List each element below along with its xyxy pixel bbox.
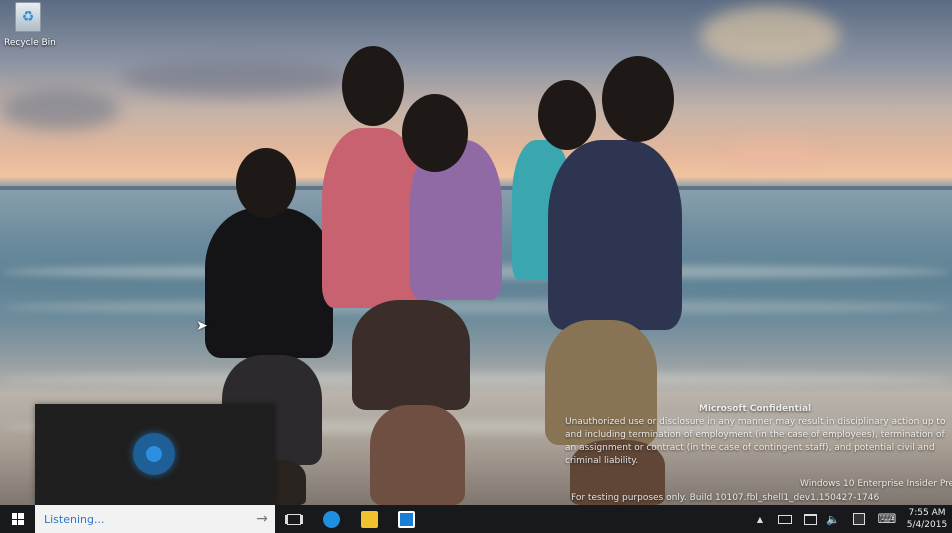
clock-time: 7:55 AM xyxy=(908,508,946,518)
watermark-edition: Windows 10 Enterprise Insider Preview xyxy=(800,479,952,489)
watermark-title: Microsoft Confidential xyxy=(698,404,812,414)
clock-date: 5/4/2015 xyxy=(906,520,948,530)
watermark-build: For testing purposes only. Build 10107.f… xyxy=(571,493,880,503)
network-icon[interactable] xyxy=(801,505,819,533)
desktop-background: ♻ Recycle Bin ➤ Microsoft Confidential U… xyxy=(0,0,952,505)
task-view-icon xyxy=(287,513,301,525)
recycle-bin[interactable]: ♻ Recycle Bin xyxy=(4,2,56,48)
volume-icon[interactable]: 🔈 xyxy=(824,505,842,533)
mouse-pointer-icon: ➤ xyxy=(196,318,208,334)
system-clock[interactable]: 7:55 AM 5/4/2015 xyxy=(903,507,951,531)
action-center-icon[interactable] xyxy=(850,505,868,533)
cortana-panel xyxy=(35,404,275,505)
recycle-bin-label: Recycle Bin xyxy=(4,38,56,48)
store-icon xyxy=(397,510,415,528)
chevron-up-icon: ▲ xyxy=(756,514,764,524)
taskbar-internet-explorer[interactable] xyxy=(320,505,342,533)
submit-arrow-icon[interactable]: → xyxy=(249,511,275,527)
start-button[interactable] xyxy=(0,505,35,533)
task-view-button[interactable] xyxy=(283,505,305,533)
folder-icon xyxy=(360,510,378,528)
taskbar-file-explorer[interactable] xyxy=(358,505,380,533)
cortana-search-box[interactable]: Listening... → xyxy=(35,505,275,533)
cortana-status-text: Listening... xyxy=(44,512,105,526)
show-hidden-icons-button[interactable]: ▲ xyxy=(753,505,767,533)
cortana-circle-icon[interactable] xyxy=(133,433,175,475)
confidential-watermark: Microsoft Confidential Unauthorized use … xyxy=(565,403,952,468)
internet-explorer-icon xyxy=(322,510,340,528)
battery-icon[interactable] xyxy=(776,505,794,533)
taskbar: Listening... → ▲ 🔈 ⌨ 7:55 AM 5/4/2015 xyxy=(0,505,952,533)
taskbar-store[interactable] xyxy=(395,505,417,533)
watermark-body: Unauthorized use or disclosure in any ma… xyxy=(565,417,946,466)
touch-keyboard-icon[interactable]: ⌨ xyxy=(876,505,898,533)
windows-logo-icon xyxy=(11,513,24,525)
recycle-bin-icon: ♻ xyxy=(15,2,41,32)
